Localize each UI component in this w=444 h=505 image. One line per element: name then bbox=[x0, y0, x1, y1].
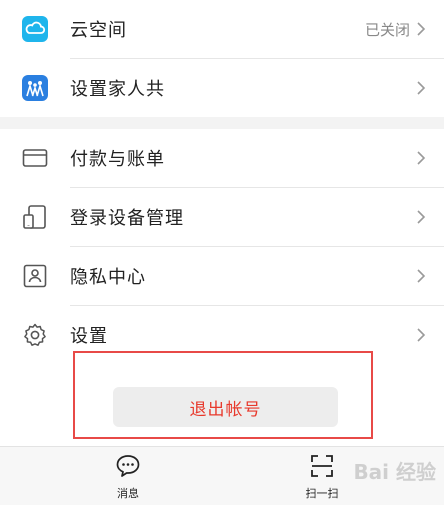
family-share-icon bbox=[22, 75, 48, 101]
chevron-right-icon bbox=[417, 210, 426, 224]
section-gap bbox=[0, 117, 444, 129]
cloud-icon bbox=[22, 16, 48, 42]
payment-billing-label: 付款与账单 bbox=[70, 149, 165, 170]
chevron-right-icon bbox=[417, 81, 426, 95]
payment-billing-item[interactable]: 付款与账单 bbox=[0, 129, 444, 187]
scan-icon bbox=[311, 455, 333, 477]
card-icon bbox=[22, 145, 48, 171]
gear-icon bbox=[22, 322, 48, 348]
chevron-right-icon bbox=[417, 22, 426, 36]
login-devices-item[interactable]: 登录设备管理 bbox=[0, 188, 444, 246]
watermark: Bai 经验 bbox=[353, 460, 436, 484]
cloud-status: 已关闭 bbox=[364, 20, 410, 39]
chevron-right-icon bbox=[417, 269, 426, 283]
highlight-box bbox=[73, 351, 373, 439]
id-card-icon bbox=[22, 263, 48, 289]
login-devices-label: 登录设备管理 bbox=[70, 208, 184, 229]
chat-bubble-icon bbox=[116, 455, 140, 477]
cloud-space-item[interactable]: 云空间 已关闭 bbox=[0, 0, 444, 58]
chevron-right-icon bbox=[417, 151, 426, 165]
tab-messages-label: 消息 bbox=[117, 487, 139, 500]
privacy-center-item[interactable]: 隐私中心 bbox=[0, 247, 444, 305]
settings-label: 设置 bbox=[70, 326, 108, 347]
devices-icon bbox=[22, 204, 48, 230]
cloud-space-label: 云空间 bbox=[70, 20, 127, 41]
chevron-right-icon bbox=[417, 328, 426, 342]
family-sharing-label: 设置家人共 bbox=[70, 79, 165, 100]
family-sharing-item[interactable]: 设置家人共 bbox=[0, 59, 444, 117]
tab-messages[interactable]: 消息 bbox=[83, 453, 173, 501]
privacy-center-label: 隐私中心 bbox=[70, 267, 146, 288]
tab-scan-label: 扫一扫 bbox=[305, 487, 339, 500]
